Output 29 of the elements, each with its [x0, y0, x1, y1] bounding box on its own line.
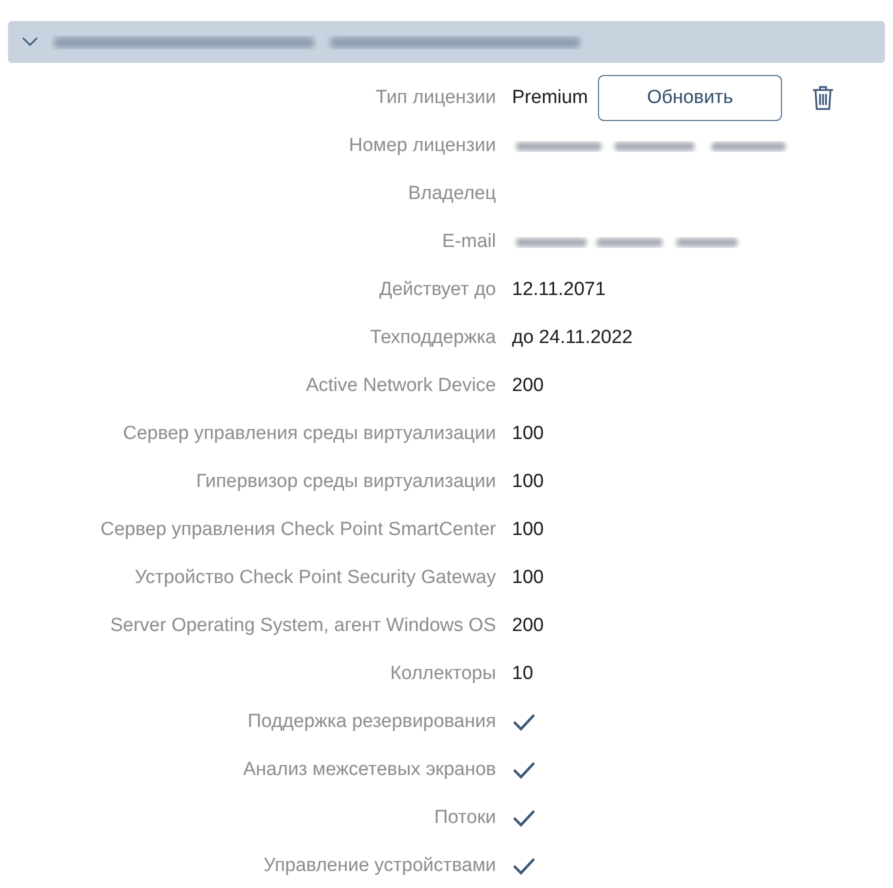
field-value: 100 — [512, 566, 544, 590]
field-label: Действует до — [379, 278, 496, 302]
field-label: Потоки — [434, 806, 496, 830]
field-label: Техподдержка — [370, 326, 496, 350]
field-value: Premium — [512, 86, 588, 110]
field-label: Server Operating System, агент Windows OS — [110, 614, 496, 638]
field-label: Гипервизор среды виртуализации — [196, 470, 496, 494]
field-label: Коллекторы — [390, 662, 496, 686]
field-value: 200 — [512, 374, 544, 398]
field-label: Владелец — [408, 182, 496, 206]
field-value: до 24.11.2022 — [512, 326, 633, 350]
field-value: 100 — [512, 518, 544, 542]
field-value: 12.11.2071 — [512, 278, 606, 302]
field-label: Сервер управления среды виртуализации — [122, 422, 496, 446]
field-label: Сервер управления Check Point SmartCenter — [100, 518, 496, 542]
field-value: 10 — [512, 662, 534, 686]
field-label: Active Network Device — [306, 374, 496, 398]
field-label: Устройство Check Point Security Gateway — [134, 566, 496, 590]
field-label: E-mail — [442, 230, 496, 254]
field-label: Тип лицензии — [376, 86, 496, 110]
field-label: Номер лицензии — [348, 134, 496, 158]
field-label: Управление устройствами — [264, 854, 496, 878]
field-label: Поддержка резервирования — [248, 710, 496, 734]
field-value: 100 — [512, 422, 544, 446]
update-button[interactable]: Обновить — [598, 75, 782, 121]
field-value: 200 — [512, 614, 544, 638]
trash-icon[interactable] — [812, 85, 834, 111]
field-value: 100 — [512, 470, 544, 494]
field-label: Анализ межсетевых экранов — [243, 758, 496, 782]
